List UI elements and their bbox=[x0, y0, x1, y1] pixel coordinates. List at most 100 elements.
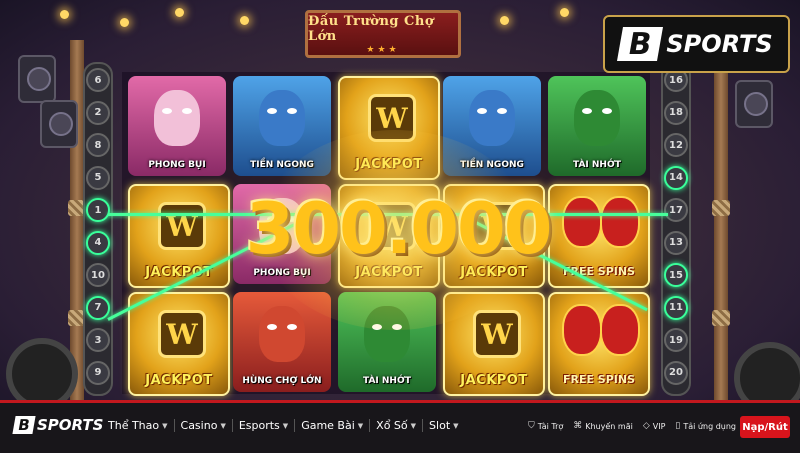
speaker-icon bbox=[40, 100, 78, 148]
symbol-label: JACKPOT bbox=[145, 373, 213, 388]
wrestler-mask-icon bbox=[600, 196, 640, 248]
payline-indicator: 2 bbox=[86, 100, 110, 125]
wrestler-mask-icon bbox=[562, 196, 602, 248]
symbol-label: JACKPOT bbox=[460, 373, 528, 388]
symbol-phong-bui: PHONG BỤI bbox=[128, 76, 226, 176]
payline-indicator: 6 bbox=[86, 68, 110, 92]
payline-indicator: 7 bbox=[86, 295, 110, 320]
link-label: Tài Trợ bbox=[537, 421, 564, 431]
nav-label: Game Bài bbox=[301, 419, 355, 432]
w-logo-icon: W bbox=[158, 310, 206, 358]
wrestler-face bbox=[574, 90, 620, 146]
symbol-free-spins: FREE SPINS bbox=[548, 184, 650, 288]
payline-column-left: 6 2 8 5 1 4 10 7 3 9 bbox=[83, 62, 113, 396]
game-signboard: Đấu Trường Chợ Lớn ★★★ bbox=[305, 10, 461, 58]
chevron-down-icon: ▼ bbox=[162, 421, 168, 430]
link-sponsor[interactable]: ⛉ Tài Trợ bbox=[528, 421, 563, 431]
nav-label: Esports bbox=[238, 419, 280, 432]
sign-stars: ★★★ bbox=[366, 44, 400, 55]
symbol-label: HÙNG CHỢ LỚN bbox=[242, 376, 322, 386]
symbol-label: TÀI NHỚT bbox=[573, 160, 621, 170]
payline-indicator: 5 bbox=[86, 165, 110, 190]
brand-logo: B SPORTS bbox=[603, 15, 790, 73]
nav-item-esports[interactable]: Esports ▼ bbox=[231, 419, 294, 432]
payline-indicator: 14 bbox=[664, 165, 688, 190]
site-logo-text: SPORTS bbox=[37, 416, 104, 434]
nav-item-slot[interactable]: Slot ▼ bbox=[422, 419, 464, 432]
site-logo[interactable]: B SPORTS bbox=[12, 416, 104, 434]
chevron-down-icon: ▼ bbox=[220, 421, 226, 430]
sign-title: Đấu Trường Chợ Lớn bbox=[308, 13, 434, 44]
tire-decoration bbox=[6, 338, 78, 400]
symbol-jackpot: W JACKPOT bbox=[128, 292, 230, 396]
nav-item-xo-so[interactable]: Xổ Số ▼ bbox=[369, 419, 422, 432]
speaker-icon bbox=[18, 55, 56, 103]
main-nav: Thể Thao ▼ Casino ▼ Esports ▼ Game Bài ▼ Xổ … bbox=[108, 419, 465, 432]
symbol-tai-nhot: TÀI NHỚT bbox=[548, 76, 646, 176]
wrestler-mask-icon bbox=[562, 304, 602, 356]
wrestler-mask-icon bbox=[600, 304, 640, 356]
payline-indicator: 18 bbox=[664, 100, 688, 125]
chevron-down-icon: ▼ bbox=[357, 421, 364, 430]
site-logo-mark: B bbox=[12, 416, 36, 434]
link-label: VIP bbox=[652, 421, 666, 431]
win-amount: 300.000 bbox=[245, 188, 553, 270]
light-bulb bbox=[175, 8, 184, 17]
light-bulb bbox=[120, 18, 129, 27]
payline-indicator: 8 bbox=[86, 133, 110, 157]
payline-indicator: 3 bbox=[86, 328, 110, 352]
nav-label: Xổ Số bbox=[376, 419, 408, 432]
diamond-icon: ◇ bbox=[642, 421, 650, 431]
light-bulb bbox=[560, 8, 569, 17]
payline-indicator: 19 bbox=[664, 328, 688, 352]
light-bulb bbox=[500, 16, 509, 25]
nav-label: Slot bbox=[429, 419, 451, 432]
w-logo-icon: W bbox=[158, 202, 206, 250]
rope-wrap bbox=[712, 200, 730, 216]
nav-item-casino[interactable]: Casino ▼ bbox=[173, 419, 232, 432]
chevron-down-icon: ▼ bbox=[453, 421, 459, 430]
game-screen: Đấu Trường Chợ Lớn ★★★ 6 2 8 5 1 4 10 7 3 9 1 6 18 1… bbox=[0, 0, 800, 400]
wrestler-face bbox=[154, 90, 200, 146]
ring-pole-right bbox=[714, 40, 728, 400]
wrestler-face bbox=[259, 306, 305, 362]
chevron-down-icon: ▼ bbox=[282, 421, 289, 430]
nav-item-the-thao[interactable]: Thể Thao ▼ bbox=[108, 419, 174, 432]
link-promotions[interactable]: ⌘ Khuyến mãi bbox=[573, 421, 633, 431]
light-bulb bbox=[60, 10, 69, 19]
payline-column-right: 16 18 12 14 17 13 15 11 19 20 bbox=[661, 62, 691, 396]
shield-icon: ⛉ bbox=[527, 421, 535, 431]
payline-indicator: 10 bbox=[86, 263, 110, 287]
link-label: Khuyến mãi bbox=[585, 421, 633, 431]
nav-label: Thể Thao bbox=[108, 419, 160, 432]
phone-icon: ▯ bbox=[675, 421, 681, 431]
speaker-icon bbox=[735, 80, 773, 128]
site-navbar: B SPORTS Thể Thao ▼ Casino ▼ Esports ▼ Game… bbox=[0, 400, 800, 453]
symbol-free-spins: FREE SPINS bbox=[548, 292, 650, 396]
link-label: Tải ứng dụng bbox=[683, 421, 736, 431]
light-bulb bbox=[240, 16, 249, 25]
payline-indicator: 9 bbox=[86, 360, 110, 385]
link-vip[interactable]: ◇ VIP bbox=[643, 421, 666, 431]
payline-indicator: 11 bbox=[664, 295, 688, 320]
link-download-app[interactable]: ▯ Tải ứng dụng bbox=[675, 421, 736, 431]
symbol-label: TÀI NHỚT bbox=[363, 376, 411, 386]
payline-indicator: 1 bbox=[86, 198, 110, 222]
payline-indicator: 4 bbox=[86, 230, 110, 255]
ring-pole-left bbox=[70, 40, 84, 400]
wrestler-face bbox=[469, 90, 515, 146]
payline-indicator: 17 bbox=[664, 198, 688, 222]
symbol-label: FREE SPINS bbox=[562, 373, 636, 386]
nav-item-game-bai[interactable]: Game Bài ▼ bbox=[294, 419, 369, 432]
tire-decoration bbox=[734, 342, 800, 400]
payline-indicator: 12 bbox=[664, 133, 688, 157]
w-logo-icon: W bbox=[473, 310, 521, 358]
payline-indicator: 15 bbox=[664, 263, 688, 287]
brand-logo-mark: B bbox=[617, 27, 664, 62]
tag-icon: ⌘ bbox=[573, 421, 583, 431]
brand-logo-text: SPORTS bbox=[666, 30, 773, 58]
payline-indicator: 13 bbox=[664, 230, 688, 255]
wrestler-face bbox=[259, 90, 305, 146]
deposit-withdraw-button[interactable]: Nạp/Rút bbox=[740, 416, 790, 438]
symbol-label: PHONG BỤI bbox=[148, 160, 206, 170]
